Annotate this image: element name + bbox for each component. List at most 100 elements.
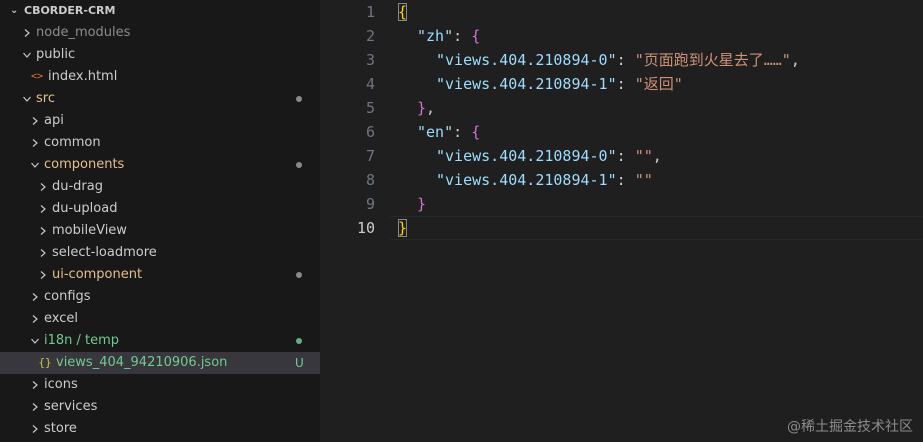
code-area[interactable]: {"zh": {"views.404.210894-0": "页面跑到火星去了……: [398, 0, 800, 240]
code-token: "views.404.210894-1": [436, 75, 617, 93]
chevron-right-icon[interactable]: [28, 396, 42, 418]
tree-item-label: public: [36, 47, 76, 62]
code-token: }: [398, 219, 408, 237]
tree-folder[interactable]: services: [0, 396, 320, 418]
code-token: :: [616, 171, 635, 189]
tree-folder[interactable]: common: [0, 132, 320, 154]
code-line[interactable]: "zh": {: [398, 24, 800, 48]
explorer-project-header[interactable]: ⌄ CBORDER-CRM: [0, 0, 320, 22]
line-number: 8: [365, 171, 375, 189]
tree-item-label: select-loadmore: [52, 245, 157, 260]
code-editor[interactable]: 1 2 3 4 5 6 7 8 9 10 {"zh": {"views.404.210894-0"…: [320, 0, 923, 442]
code-token: :: [616, 51, 635, 69]
tree-folder[interactable]: api: [0, 110, 320, 132]
code-token: :: [453, 27, 472, 45]
chevron-right-icon[interactable]: [36, 220, 50, 242]
tree-folder[interactable]: src: [0, 88, 320, 110]
code-token: :: [616, 147, 635, 165]
code-token: ,: [790, 51, 800, 69]
chevron-right-icon[interactable]: [36, 176, 50, 198]
code-token: }: [417, 99, 427, 117]
tree-item-label: common: [44, 135, 101, 150]
tree-item-label: ui-component: [52, 267, 143, 282]
tree-item-label: excel: [44, 311, 78, 326]
code-token: "": [634, 147, 653, 165]
chevron-down-icon[interactable]: [20, 44, 34, 66]
tree-item-label: services: [44, 399, 98, 414]
code-line[interactable]: }: [398, 216, 800, 240]
code-token: "en": [417, 123, 454, 141]
tree-file[interactable]: <> index.html: [0, 66, 320, 88]
tree-folder[interactable]: ui-component: [0, 264, 320, 286]
json-file-icon: {}: [38, 356, 52, 369]
code-token: ,: [426, 99, 436, 117]
html-file-icon: <>: [30, 71, 44, 82]
code-token: "zh": [417, 27, 454, 45]
tree-item-label: i18n / temp: [44, 333, 120, 348]
tree-folder[interactable]: excel: [0, 308, 320, 330]
code-token: "返回": [634, 75, 683, 93]
line-number: 2: [365, 27, 375, 45]
code-line[interactable]: "views.404.210894-1": "": [398, 168, 800, 192]
watermark: @稀土掘金技术社区: [787, 419, 913, 435]
tree-folder[interactable]: node_modules: [0, 22, 320, 44]
code-line[interactable]: },: [398, 96, 800, 120]
git-status-dot: [296, 96, 302, 102]
code-line[interactable]: }: [398, 192, 800, 216]
tree-folder[interactable]: icons: [0, 374, 320, 396]
chevron-right-icon[interactable]: [28, 132, 42, 154]
code-line[interactable]: "views.404.210894-0": "",: [398, 144, 800, 168]
tree-folder[interactable]: public: [0, 44, 320, 66]
code-token: }: [417, 195, 427, 213]
tree-item-label: icons: [44, 377, 78, 392]
tree-folder[interactable]: components: [0, 154, 320, 176]
code-line[interactable]: "views.404.210894-0": "页面跑到火星去了……",: [398, 48, 800, 72]
line-number: 5: [365, 99, 375, 117]
code-line[interactable]: {: [398, 0, 800, 24]
tree-item-label: du-upload: [52, 201, 118, 216]
chevron-right-icon[interactable]: [20, 22, 34, 44]
line-number: 1: [365, 3, 375, 21]
line-number: 6: [365, 123, 375, 141]
code-token: "页面跑到火星去了……": [634, 51, 791, 69]
chevron-right-icon[interactable]: [28, 110, 42, 132]
chevron-right-icon[interactable]: [28, 286, 42, 308]
tree-folder[interactable]: store: [0, 418, 320, 440]
tree-folder[interactable]: mobileView: [0, 220, 320, 242]
tree-folder[interactable]: select-loadmore: [0, 242, 320, 264]
line-number-gutter: 1 2 3 4 5 6 7 8 9 10: [320, 0, 375, 240]
tree-folder[interactable]: i18n / temp: [0, 330, 320, 352]
chevron-right-icon[interactable]: [36, 264, 50, 286]
tree-folder[interactable]: du-upload: [0, 198, 320, 220]
code-token: {: [471, 27, 481, 45]
tree-item-label: du-drag: [52, 179, 103, 194]
code-token: "": [634, 171, 653, 189]
tree-item-label: src: [36, 91, 55, 106]
project-name: CBORDER-CRM: [24, 4, 116, 17]
code-token: :: [616, 75, 635, 93]
chevron-right-icon[interactable]: [36, 242, 50, 264]
tree-item-label: components: [44, 157, 125, 172]
chevron-right-icon[interactable]: [36, 198, 50, 220]
chevron-right-icon[interactable]: [28, 374, 42, 396]
code-token: {: [471, 123, 481, 141]
code-token: ,: [652, 147, 662, 165]
code-token: "views.404.210894-0": [436, 51, 617, 69]
tree-item-label: node_modules: [36, 25, 131, 40]
code-line[interactable]: "en": {: [398, 120, 800, 144]
tree-folder[interactable]: du-drag: [0, 176, 320, 198]
git-status-dot: [296, 338, 302, 344]
explorer-sidebar: ⌄ CBORDER-CRM node_modulespublic <> index.…: [0, 0, 320, 442]
tree-folder[interactable]: configs: [0, 286, 320, 308]
tree-item-label: index.html: [48, 69, 118, 84]
tree-item-label: views_404_94210906.json: [56, 355, 228, 370]
code-line[interactable]: "views.404.210894-1": "返回": [398, 72, 800, 96]
chevron-right-icon[interactable]: [28, 418, 42, 440]
tree-item-label: store: [44, 421, 77, 436]
chevron-right-icon[interactable]: [28, 308, 42, 330]
tree-file[interactable]: {} views_404_94210906.json U: [0, 352, 320, 374]
chevron-down-icon[interactable]: [28, 330, 42, 352]
tree-item-label: configs: [44, 289, 91, 304]
chevron-down-icon[interactable]: [28, 154, 42, 176]
chevron-down-icon[interactable]: [20, 88, 34, 110]
